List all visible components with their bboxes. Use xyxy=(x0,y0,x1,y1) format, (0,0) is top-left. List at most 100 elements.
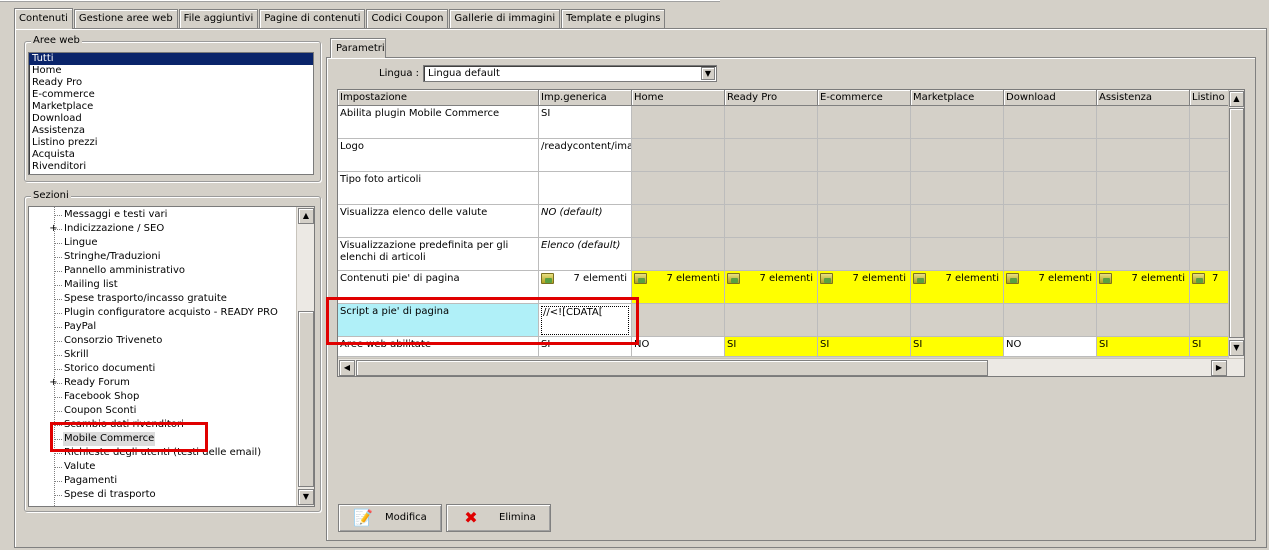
grid-scroll-thumb[interactable] xyxy=(1229,108,1244,338)
aree-web-item[interactable]: Rivenditori xyxy=(29,161,313,173)
area-value-cell[interactable] xyxy=(1004,172,1097,205)
area-value-cell[interactable]: SI xyxy=(725,337,818,357)
area-value-cell[interactable] xyxy=(632,238,725,271)
area-value-cell[interactable] xyxy=(818,172,911,205)
area-value-cell[interactable] xyxy=(911,106,1004,139)
area-value-cell[interactable] xyxy=(725,172,818,205)
area-value-cell[interactable] xyxy=(632,106,725,139)
tree-item[interactable]: Lingue xyxy=(29,236,297,250)
setting-name-cell[interactable]: Script a pie' di pagina xyxy=(338,304,539,337)
tree-item[interactable]: Storico documenti xyxy=(29,362,297,376)
tree-item[interactable]: Mailing list xyxy=(29,278,297,292)
area-value-cell[interactable] xyxy=(1004,238,1097,271)
generic-value-cell[interactable]: /readycontent/images/logomobil… xyxy=(539,139,632,172)
area-value-cell[interactable]: NO xyxy=(632,337,725,357)
generic-value-cell[interactable]: NO (default) xyxy=(539,205,632,238)
setting-name-cell[interactable]: Abilita plugin Mobile Commerce xyxy=(338,106,539,139)
area-value-cell[interactable]: 7 elementi xyxy=(1097,271,1190,304)
area-value-cell[interactable]: SI xyxy=(911,337,1004,357)
area-value-cell[interactable]: SI xyxy=(818,337,911,357)
aree-web-item[interactable]: Acquista xyxy=(29,149,313,161)
sezioni-scrollbar[interactable]: ▲ ▼ xyxy=(296,207,314,506)
area-value-cell[interactable] xyxy=(1004,139,1097,172)
area-value-cell[interactable] xyxy=(1004,205,1097,238)
area-value-cell[interactable]: 7 elementi xyxy=(725,271,818,304)
tree-item[interactable]: Richieste degli utenti (testi delle emai… xyxy=(29,446,297,460)
tab-gestione-aree-web[interactable]: Gestione aree web xyxy=(73,9,178,28)
aree-web-item[interactable]: Tutti xyxy=(29,53,313,65)
aree-web-item[interactable]: Assistenza xyxy=(29,125,313,137)
tree-item[interactable]: Messaggi e testi vari xyxy=(29,208,297,222)
aree-web-item[interactable]: Marketplace xyxy=(29,101,313,113)
area-value-cell[interactable] xyxy=(818,205,911,238)
aree-web-item[interactable]: Download xyxy=(29,113,313,125)
grid-horizontal-scrollbar[interactable]: ◀ ▶ xyxy=(338,358,1244,376)
area-value-cell[interactable]: 7 elementi xyxy=(1004,271,1097,304)
tree-item[interactable]: Spese di trasporto xyxy=(29,488,297,502)
area-value-cell[interactable]: 7 elementi xyxy=(632,271,725,304)
area-value-cell[interactable] xyxy=(818,304,911,337)
lingua-select[interactable]: Lingua default ▼ xyxy=(423,65,717,82)
tree-item[interactable]: Facebook Shop xyxy=(29,390,297,404)
area-value-cell[interactable] xyxy=(1004,304,1097,337)
setting-name-cell[interactable]: Contenuti pie' di pagina xyxy=(338,271,539,304)
aree-web-item[interactable]: Listino prezzi xyxy=(29,137,313,149)
tree-item[interactable]: Pagamenti xyxy=(29,474,297,488)
aree-web-listbox[interactable]: Tutti Home Ready Pro E-commerce Marketplace D… xyxy=(28,52,314,175)
tab-pagine-di-contenuti[interactable]: Pagine di contenuti xyxy=(259,9,366,28)
area-value-cell[interactable] xyxy=(1097,304,1190,337)
chevron-down-icon[interactable]: ▼ xyxy=(701,67,715,80)
tree-item[interactable]: Consorzio Triveneto xyxy=(29,334,297,348)
generic-value-cell[interactable]: SI xyxy=(539,337,632,357)
tree-item[interactable]: Stringhe/Traduzioni xyxy=(29,250,297,264)
generic-value-cell[interactable] xyxy=(539,172,632,205)
tree-item[interactable]: + Indicizzazione / SEO xyxy=(29,222,297,236)
aree-web-item[interactable]: E-commerce xyxy=(29,89,313,101)
tab-template-e-plugins[interactable]: Template e plugins xyxy=(561,9,666,28)
area-value-cell[interactable] xyxy=(818,139,911,172)
grid-hscroll-thumb[interactable] xyxy=(356,360,988,376)
area-value-cell[interactable] xyxy=(725,106,818,139)
area-value-cell[interactable]: NO xyxy=(1004,337,1097,357)
scroll-down-icon[interactable]: ▼ xyxy=(298,489,314,505)
expand-icon[interactable]: + xyxy=(49,378,58,388)
area-value-cell[interactable] xyxy=(725,139,818,172)
generic-value-cell[interactable]: Elenco (default) xyxy=(539,238,632,271)
aree-web-item[interactable]: Home xyxy=(29,65,313,77)
tree-item[interactable]: PayPal xyxy=(29,320,297,334)
area-value-cell[interactable] xyxy=(1097,205,1190,238)
area-value-cell[interactable] xyxy=(725,205,818,238)
area-value-cell[interactable] xyxy=(818,238,911,271)
generic-value-cell[interactable]: SI xyxy=(539,106,632,139)
area-value-cell[interactable]: 7 elementi xyxy=(818,271,911,304)
area-value-cell[interactable] xyxy=(911,205,1004,238)
scroll-up-icon[interactable]: ▲ xyxy=(298,208,314,224)
tree-item[interactable]: Scambio dati rivenditori xyxy=(29,418,297,432)
area-value-cell[interactable] xyxy=(911,304,1004,337)
generic-value-cell[interactable]: 7 elementi xyxy=(539,271,632,304)
tab-gallerie-di-immagini[interactable]: Gallerie di immagini xyxy=(449,9,561,28)
tab-file-aggiuntivi[interactable]: File aggiuntivi xyxy=(178,9,259,28)
generic-value-cell[interactable]: //<![CDATA[ xyxy=(539,304,632,337)
area-value-cell[interactable] xyxy=(725,304,818,337)
area-value-cell[interactable] xyxy=(911,238,1004,271)
setting-name-cell[interactable]: Visualizza elenco delle valute xyxy=(338,205,539,238)
area-value-cell[interactable]: 7 elementi xyxy=(911,271,1004,304)
tree-item[interactable]: Plugin configuratore acquisto - READY PR… xyxy=(29,306,297,320)
sezioni-tree[interactable]: Messaggi e testi vari + Indicizzazione / S… xyxy=(28,206,315,507)
area-value-cell[interactable] xyxy=(911,172,1004,205)
setting-name-cell[interactable]: Visualizzazione predefinita per gli elen… xyxy=(338,238,539,271)
area-value-cell[interactable] xyxy=(632,139,725,172)
grid-vertical-scrollbar[interactable]: ▲ ▼ xyxy=(1228,90,1244,358)
area-value-cell[interactable] xyxy=(725,238,818,271)
area-value-cell[interactable] xyxy=(818,106,911,139)
area-value-cell[interactable] xyxy=(1097,172,1190,205)
tree-item[interactable]: Pannello amministrativo xyxy=(29,264,297,278)
scroll-up-icon[interactable]: ▲ xyxy=(1229,91,1244,107)
tab-codici-coupon[interactable]: Codici Coupon xyxy=(366,9,449,28)
scroll-left-icon[interactable]: ◀ xyxy=(339,360,355,376)
tab-contenuti[interactable]: Contenuti xyxy=(14,8,73,29)
tree-item[interactable]: Coupon Sconti xyxy=(29,404,297,418)
settings-grid[interactable]: Impostazione Imp.generica Home Ready Pro E-c… xyxy=(337,89,1245,377)
setting-name-cell[interactable]: Tipo foto articoli xyxy=(338,172,539,205)
